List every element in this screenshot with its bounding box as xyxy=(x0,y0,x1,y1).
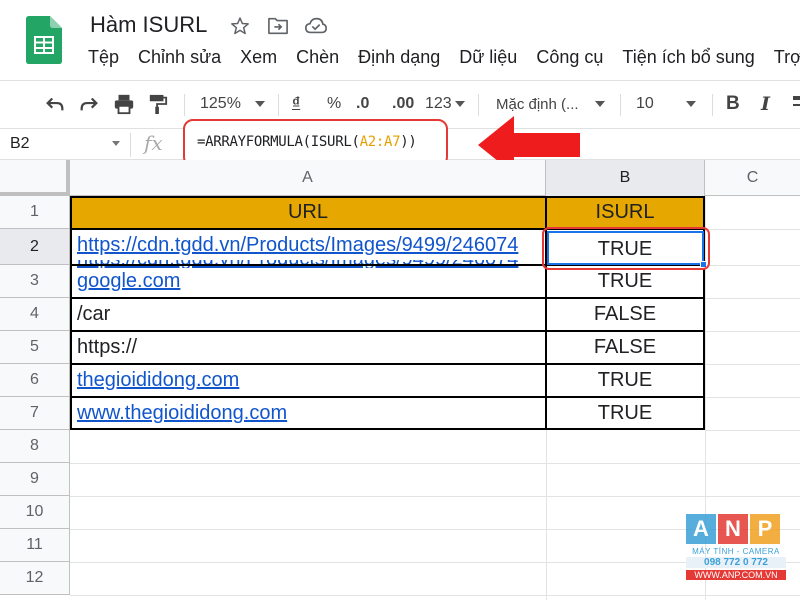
chevron-down-icon xyxy=(685,101,696,107)
menu-addons[interactable]: Tiện ích bổ sung xyxy=(622,47,754,68)
table-row-divider xyxy=(70,363,705,365)
row-header-3[interactable]: 3 xyxy=(0,265,70,298)
cell-b1[interactable]: ISURL xyxy=(546,196,704,229)
cell-a6[interactable]: thegioididong.com xyxy=(70,364,546,397)
row-header-9[interactable]: 9 xyxy=(0,463,70,496)
column-header-b[interactable]: B xyxy=(546,160,705,196)
chevron-down-icon xyxy=(594,101,605,107)
cell-b4[interactable]: FALSE xyxy=(546,298,704,331)
row-header-4[interactable]: 4 xyxy=(0,298,70,331)
app-header: Hàm ISURL Tệp Chỉnh sửa Xem Chèn Định dạ… xyxy=(0,0,800,80)
row-header-7[interactable]: 7 xyxy=(0,397,70,430)
anp-phone: 098 772 0 772 xyxy=(686,557,786,568)
italic-button[interactable]: I xyxy=(761,89,770,119)
anp-logo: A N P xyxy=(686,514,786,544)
undo-icon[interactable] xyxy=(44,89,66,119)
anp-tagline: MÁY TÍNH - CAMERA xyxy=(692,547,780,556)
column-header-a[interactable]: A xyxy=(70,160,546,196)
cell-a3[interactable]: google.com xyxy=(70,265,546,298)
menu-format[interactable]: Định dạng xyxy=(358,47,440,68)
menu-edit[interactable]: Chỉnh sửa xyxy=(138,47,221,68)
menu-bar: Tệp Chỉnh sửa Xem Chèn Định dạng Dữ liệu… xyxy=(88,47,800,68)
formula-bar: B2 fx =ARRAYFORMULA(ISURL(A2:A7)) xyxy=(0,119,800,167)
formula-input[interactable]: =ARRAYFORMULA(ISURL(A2:A7)) xyxy=(197,134,417,150)
formula-suffix: )) xyxy=(400,134,417,150)
row-header-12[interactable]: 12 xyxy=(0,562,70,595)
formula-prefix: =ARRAYFORMULA(ISURL( xyxy=(197,134,360,150)
more-formats-button[interactable]: 123 xyxy=(425,89,465,119)
anp-letter-n: N xyxy=(718,514,748,544)
select-all-corner[interactable] xyxy=(0,160,70,196)
table-row-divider xyxy=(70,297,705,299)
decrease-decimal-button[interactable]: .0 xyxy=(356,89,369,119)
chevron-down-icon xyxy=(454,101,465,107)
zoom-select[interactable]: 125% xyxy=(200,89,265,119)
print-icon[interactable] xyxy=(113,89,135,119)
column-header-c[interactable]: C xyxy=(705,160,800,196)
redo-icon[interactable] xyxy=(78,89,100,119)
cloud-saved-icon[interactable] xyxy=(304,14,328,38)
cell-b5[interactable]: FALSE xyxy=(546,331,704,364)
font-size-value: 10 xyxy=(636,95,654,112)
cell-a2[interactable]: https://cdn.tgdd.vn/Products/Images/9499… xyxy=(70,229,546,261)
cell-a1[interactable]: URL xyxy=(70,196,546,229)
row-header-8[interactable]: 8 xyxy=(0,430,70,463)
anp-website: WWW.ANP.COM.VN xyxy=(686,570,786,580)
row-header-11[interactable]: 11 xyxy=(0,529,70,562)
chevron-down-icon[interactable] xyxy=(112,141,120,146)
anp-watermark: A N P MÁY TÍNH - CAMERA 098 772 0 772 WW… xyxy=(686,514,786,594)
row-header-5[interactable]: 5 xyxy=(0,331,70,364)
font-size-select[interactable]: 10 xyxy=(636,89,696,119)
row-header-10[interactable]: 10 xyxy=(0,496,70,529)
cell-b6[interactable]: TRUE xyxy=(546,364,704,397)
chevron-down-icon xyxy=(254,101,265,107)
row-header-2[interactable]: 2 xyxy=(0,229,70,265)
document-title[interactable]: Hàm ISURL xyxy=(90,12,207,38)
move-to-folder-icon[interactable] xyxy=(266,14,290,38)
column-headers: A B C xyxy=(0,160,800,196)
sheets-logo-icon[interactable] xyxy=(26,16,62,64)
paint-format-icon[interactable] xyxy=(148,89,168,119)
more-formats-label: 123 xyxy=(425,95,452,112)
cell-a5[interactable]: https:// xyxy=(70,331,546,364)
menu-help[interactable]: Trợ giú xyxy=(774,47,800,68)
menu-file[interactable]: Tệp xyxy=(88,47,119,68)
anp-letter-a: A xyxy=(686,514,716,544)
table-row-divider xyxy=(70,330,705,332)
bold-button[interactable]: B xyxy=(726,89,740,119)
percent-format-button[interactable]: % xyxy=(327,89,341,119)
zoom-value: 125% xyxy=(200,95,241,112)
currency-format-button[interactable]: ₫ xyxy=(292,89,300,119)
anp-letter-p: P xyxy=(750,514,780,544)
row-header-1[interactable]: 1 xyxy=(0,196,70,229)
row-header-6[interactable]: 6 xyxy=(0,364,70,397)
menu-data[interactable]: Dữ liệu xyxy=(459,47,517,68)
menu-insert[interactable]: Chèn xyxy=(296,47,339,68)
selected-cell-annotation xyxy=(542,227,710,270)
star-icon[interactable] xyxy=(228,14,252,38)
table-row-divider xyxy=(70,396,705,398)
increase-decimal-button[interactable]: .00 xyxy=(392,89,414,119)
cell-b7[interactable]: TRUE xyxy=(546,397,704,430)
cell-a4[interactable]: /car xyxy=(70,298,546,331)
menu-tools[interactable]: Công cụ xyxy=(536,47,603,68)
formula-range: A2:A7 xyxy=(359,134,401,150)
title-icons xyxy=(228,12,328,40)
fx-icon: fx xyxy=(144,131,163,155)
menu-view[interactable]: Xem xyxy=(240,47,277,68)
cell-a7[interactable]: www.thegioididong.com xyxy=(70,397,546,430)
strikethrough-icon[interactable] xyxy=(793,89,800,119)
name-box[interactable]: B2 xyxy=(10,135,30,153)
